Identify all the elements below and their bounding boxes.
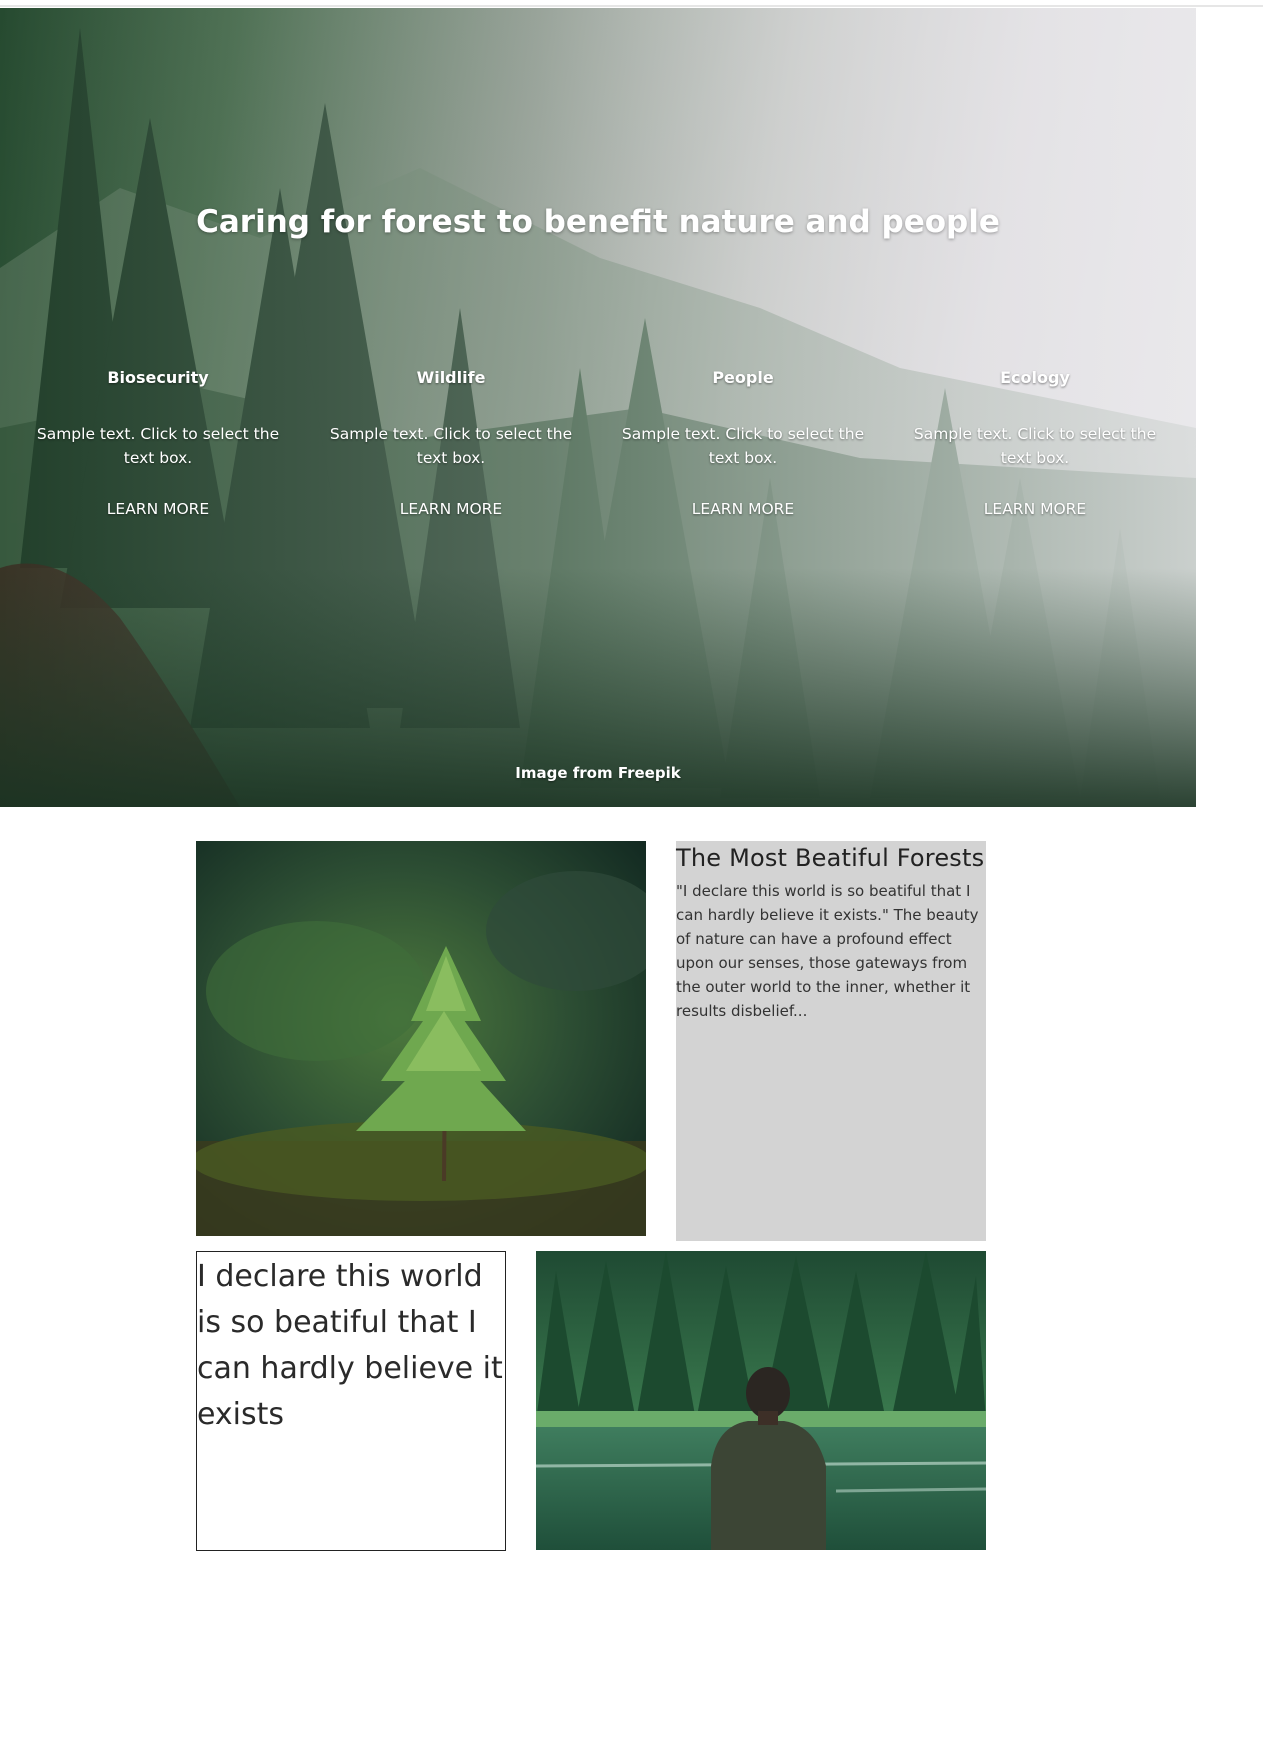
learn-more-link[interactable]: LEARN MORE xyxy=(400,500,502,518)
person-by-lake-image xyxy=(536,1251,986,1550)
feature-text[interactable]: Sample text. Click to select the text bo… xyxy=(25,422,291,470)
learn-more-link[interactable]: LEARN MORE xyxy=(984,500,1086,518)
feature-people: People Sample text. Click to select the … xyxy=(610,368,876,518)
feature-text[interactable]: Sample text. Click to select the text bo… xyxy=(318,422,584,470)
article-body[interactable]: "I declare this world is so beatiful tha… xyxy=(676,879,986,1023)
sapling-image xyxy=(196,841,646,1236)
feature-wildlife: Wildlife Sample text. Click to select th… xyxy=(318,368,584,518)
feature-ecology: Ecology Sample text. Click to select the… xyxy=(902,368,1168,518)
hero-section: Caring for forest to benefit nature and … xyxy=(0,8,1196,807)
top-divider xyxy=(0,5,1263,7)
learn-more-link[interactable]: LEARN MORE xyxy=(107,500,209,518)
feature-biosecurity: Biosecurity Sample text. Click to select… xyxy=(25,368,291,518)
feature-title: People xyxy=(712,368,774,387)
feature-title: Biosecurity xyxy=(107,368,209,387)
hero-title: Caring for forest to benefit nature and … xyxy=(196,204,1000,240)
feature-text[interactable]: Sample text. Click to select the text bo… xyxy=(902,422,1168,470)
lake-photo xyxy=(536,1251,986,1550)
image-credit[interactable]: Image from Freepik xyxy=(0,764,1196,782)
sapling-photo xyxy=(196,841,646,1236)
article-title[interactable]: The Most Beatiful Forests xyxy=(676,841,986,873)
learn-more-link[interactable]: LEARN MORE xyxy=(692,500,794,518)
feature-title: Ecology xyxy=(1000,368,1070,387)
quote-box: I declare this world is so beatiful that… xyxy=(196,1251,506,1551)
quote-text[interactable]: I declare this world is so beatiful that… xyxy=(197,1252,505,1438)
article-card: The Most Beatiful Forests "I declare thi… xyxy=(676,841,986,1241)
page: Caring for forest to benefit nature and … xyxy=(0,0,1263,1748)
feature-title: Wildlife xyxy=(416,368,486,387)
feature-text[interactable]: Sample text. Click to select the text bo… xyxy=(610,422,876,470)
